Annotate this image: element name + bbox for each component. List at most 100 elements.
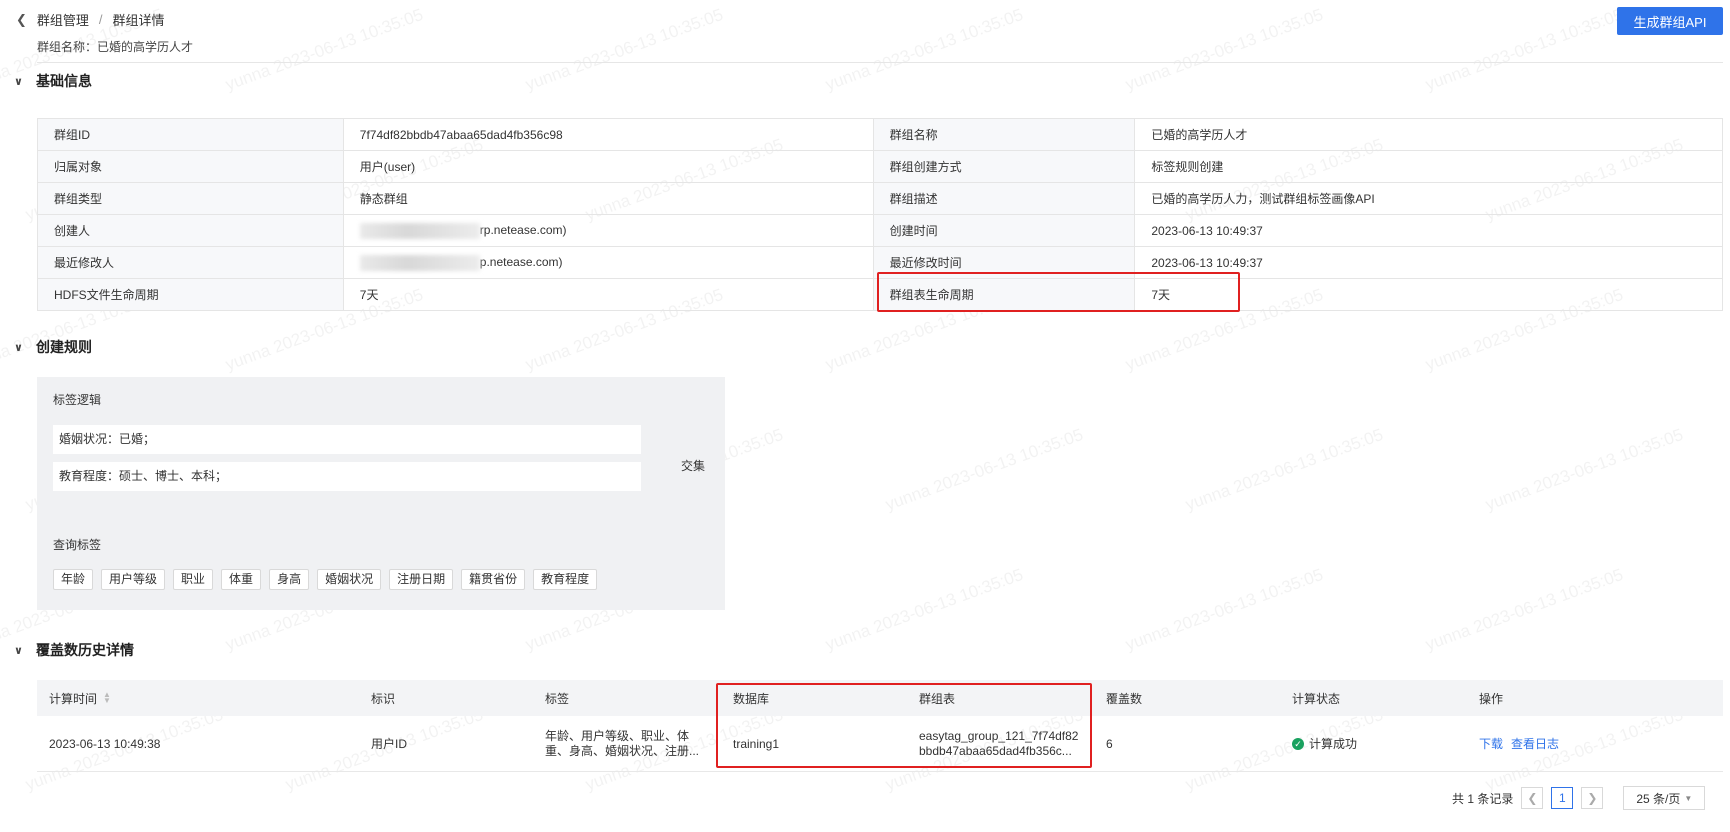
info-row: HDFS文件生命周期 7天 群组表生命周期 7天 [37,278,1723,311]
modifier-email-tail: p.netease.com) [479,254,563,269]
pagination: 共 1 条记录 ❮ 1 ❯ 25 条/页 ▼ [1452,786,1706,810]
row-identifier: 用户ID [371,737,408,751]
col-identifier: 标识 [371,691,396,706]
row-tags-line1: 年龄、用户等级、职业、体 [545,728,690,743]
row-database: training1 [733,736,780,751]
info-key: 群组描述 [872,182,1136,215]
rule-condition-marital: 婚姻状况：已婚； [53,425,641,454]
query-tag: 体重 [221,569,262,590]
info-value: 2023-06-13 10:49:37 [1134,246,1723,279]
info-key: 最近修改时间 [872,246,1136,279]
info-key: 群组类型 [37,182,344,215]
row-status: ✓ 计算成功 [1292,716,1357,771]
back-chevron-icon[interactable]: ❮ [16,12,27,28]
chevron-down-icon[interactable]: ∨ [14,75,28,88]
info-key: 群组ID [37,118,344,151]
query-tag: 职业 [173,569,214,590]
info-key: HDFS文件生命周期 [37,278,344,311]
rule-condition-education: 教育程度：硕士、博士、本科； [53,462,641,491]
watermark-text: yunna 2023-06-13 10:35:05 [822,564,1026,655]
next-page-chevron-icon[interactable]: ❯ [1581,787,1604,809]
info-value: 7天 [342,278,874,311]
info-key: 群组创建方式 [872,150,1136,183]
history-table-header: 计算时间 ▲ ▼ 标识 标签 数据库 群组表 覆盖数 计算状态 操作 [37,680,1723,716]
row-status-text: 计算成功 [1309,737,1358,751]
info-value: 用户(user) [342,150,874,183]
row-group-table-line2: bbdb47abaa65dad4fb356c... [919,743,1072,758]
rule-combinator: 交集 [681,459,706,473]
query-tag: 身高 [269,569,310,590]
watermark-text: yunna 2023-06-13 10:35:05 [1422,564,1626,655]
info-key: 归属对象 [37,150,344,183]
tag-logic-label: 标签逻辑 [53,393,102,407]
col-calc-time[interactable]: 计算时间 ▲ ▼ [49,680,111,716]
breadcrumb: ❮ 群组管理 / 群组详情 [16,10,165,29]
info-row: 最近修改人 p.netease.com) 最近修改时间 2023-06-13 1… [37,246,1723,279]
info-value-creator: rp.netease.com) [342,214,874,247]
info-row: 创建人 rp.netease.com) 创建时间 2023-06-13 10:4… [37,214,1723,247]
query-tag: 注册日期 [389,569,454,590]
sort-icon[interactable]: ▲ ▼ [103,691,111,705]
info-value: 已婚的高学历人力，测试群组标签画像API [1134,182,1723,215]
info-key: 群组名称 [872,118,1136,151]
info-key: 创建时间 [872,214,1136,247]
info-value: 静态群组 [342,182,874,215]
watermark-text: yunna 2023-06-13 10:35:05 [1182,424,1386,515]
row-tags-line2: 重、身高、婚姻状况、注册... [545,743,700,758]
col-coverage: 覆盖数 [1106,691,1143,706]
info-value: 7天 [1134,278,1723,311]
info-value: 7f74df82bbdb47abaa65dad4fb356c98 [342,118,874,151]
view-log-link[interactable]: 查看日志 [1511,735,1559,752]
col-group-table: 群组表 [919,691,956,706]
chevron-down-icon[interactable]: ∨ [14,644,28,657]
col-database: 数据库 [733,691,770,706]
query-tag: 年龄 [53,569,94,590]
info-value-modifier: p.netease.com) [342,246,874,279]
query-tag: 籍贯省份 [461,569,526,590]
page-size-select[interactable]: 25 条/页 ▼ [1623,786,1706,810]
breadcrumb-group-detail: 群组详情 [112,13,165,28]
col-actions: 操作 [1479,691,1504,706]
basic-info-table: 群组ID 7f74df82bbdb47abaa65dad4fb356c98 群组… [37,118,1723,311]
info-value: 已婚的高学历人才 [1134,118,1723,151]
header-divider [37,62,1723,63]
info-value: 标签规则创建 [1134,150,1723,183]
prev-page-chevron-icon[interactable]: ❮ [1521,787,1544,809]
query-tag: 用户等级 [101,569,166,590]
creator-email-tail: rp.netease.com) [479,222,567,237]
page-size-value: 25 条/页 [1636,791,1681,806]
row-group-table: easytag_group_121_7f74df82 bbdb47abaa65d… [919,716,1078,771]
info-key: 最近修改人 [37,246,344,279]
query-tags-label: 查询标签 [53,538,102,552]
breadcrumb-group-management[interactable]: 群组管理 [37,10,89,29]
section-create-rules-title: 创建规则 [36,339,92,355]
info-row: 群组类型 静态群组 群组描述 已婚的高学历人力，测试群组标签画像API [37,182,1723,215]
breadcrumb-separator: / [98,12,103,27]
generate-group-api-button[interactable]: 生成群组API [1617,7,1723,35]
table-row: 2023-06-13 10:49:38 用户ID 年龄、用户等级、职业、体 重、… [37,716,1723,772]
section-coverage-history[interactable]: ∨ 覆盖数历史详情 [14,640,134,660]
redacted-blur [359,222,480,239]
info-key: 群组表生命周期 [872,278,1136,311]
section-basic-info-title: 基础信息 [36,73,92,89]
query-tag-list: 年龄 用户等级 职业 体重 身高 婚姻状况 注册日期 籍贯省份 教育程度 [53,569,598,590]
info-key: 创建人 [37,214,344,247]
watermark-text: yunna 2023-06-13 10:35:05 [882,424,1086,515]
query-tag: 婚姻状况 [317,569,382,590]
info-row: 归属对象 用户(user) 群组创建方式 标签规则创建 [37,150,1723,183]
rule-panel: 标签逻辑 婚姻状况：已婚； 教育程度：硕士、博士、本科； 交集 查询标签 年龄 … [37,377,725,610]
row-group-table-line1: easytag_group_121_7f74df82 [919,728,1079,743]
download-link[interactable]: 下载 [1479,735,1503,752]
page-number-button[interactable]: 1 [1551,787,1574,809]
group-name-subtitle: 群组名称：已婚的高学历人才 [37,40,194,54]
row-coverage: 6 [1106,736,1113,751]
section-basic-info[interactable]: ∨ 基础信息 [14,71,92,91]
chevron-down-icon[interactable]: ∨ [14,341,28,354]
info-row: 群组ID 7f74df82bbdb47abaa65dad4fb356c98 群组… [37,118,1723,151]
section-create-rules[interactable]: ∨ 创建规则 [14,337,92,357]
pagination-total: 共 1 条记录 [1452,791,1514,806]
col-calc-time-label: 计算时间 [49,691,98,706]
info-value: 2023-06-13 10:49:37 [1134,214,1723,247]
query-tag: 教育程度 [533,569,598,590]
row-actions: 下载 查看日志 [1479,716,1567,771]
